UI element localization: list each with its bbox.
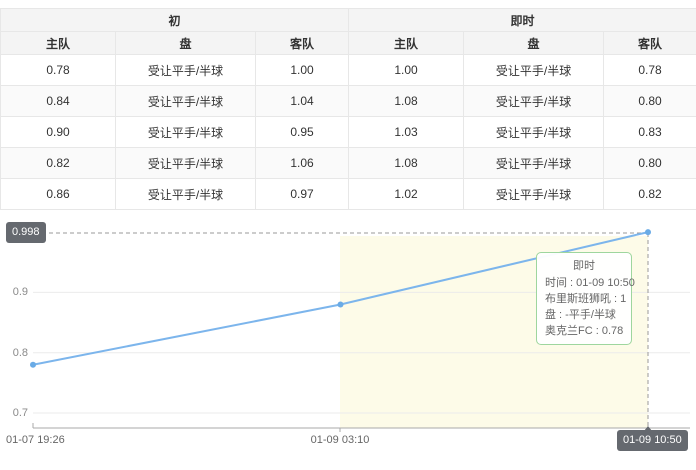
cell-home-live: 1.00 [349,55,464,86]
cell-away-live: 0.78 [604,55,696,86]
cell-handicap-initial: 受让平手/半球 [116,55,256,86]
cell-away-initial: 1.00 [256,55,349,86]
tooltip-title: 即时 [545,258,623,274]
odds-history-chart[interactable]: 0.7 0.8 0.9 0.998 01-07 19:26 01-09 03:1… [0,218,696,470]
cell-away-live: 0.80 [604,148,696,179]
cell-handicap-live: 受让平手/半球 [464,55,604,86]
cell-handicap-initial: 受让平手/半球 [116,117,256,148]
cell-away-initial: 1.06 [256,148,349,179]
cell-away-live: 0.82 [604,179,696,210]
table-row: 0.84 受让平手/半球 1.04 1.08 受让平手/半球 0.80 [1,86,696,117]
tooltip-time: 时间 : 01-09 10:50 [545,275,623,291]
table-row: 0.78 受让平手/半球 1.00 1.00 受让平手/半球 0.78 [1,55,696,86]
cell-home-live: 1.02 [349,179,464,210]
table-group-header-row: 初 即时 [1,9,696,32]
cell-home-live: 1.08 [349,148,464,179]
crosshair-x-value-badge: 01-09 10:50 [617,430,688,451]
crosshair-y-value-badge: 0.998 [6,222,46,243]
cell-home-initial: 0.82 [1,148,116,179]
x-tick-label-mid: 01-09 03:10 [290,433,390,447]
cell-home-initial: 0.86 [1,179,116,210]
cell-handicap-live: 受让平手/半球 [464,148,604,179]
col-header-home-live: 主队 [349,32,464,55]
cell-handicap-initial: 受让平手/半球 [116,148,256,179]
cell-away-initial: 0.97 [256,179,349,210]
y-tick-label: 0.9 [0,285,28,299]
tooltip-away-odds: 奥克兰FC : 0.78 [545,323,623,339]
col-header-away-live: 客队 [604,32,696,55]
x-tick-label-start: 01-07 19:26 [6,433,65,447]
cell-home-initial: 0.90 [1,117,116,148]
cell-handicap-live: 受让平手/半球 [464,117,604,148]
group-header-initial: 初 [1,9,349,32]
cell-home-live: 1.08 [349,86,464,117]
odds-table: 初 即时 主队 盘 客队 主队 盘 客队 0.78 受让平手/半球 1.00 1… [0,8,696,210]
cell-home-initial: 0.84 [1,86,116,117]
cell-handicap-live: 受让平手/半球 [464,86,604,117]
col-header-handicap-live: 盘 [464,32,604,55]
col-header-handicap-initial: 盘 [116,32,256,55]
table-row: 0.82 受让平手/半球 1.06 1.08 受让平手/半球 0.80 [1,148,696,179]
cell-handicap-live: 受让平手/半球 [464,179,604,210]
chart-tooltip: 即时 时间 : 01-09 10:50 布里斯班狮吼 : 1 盘 : -平手/半… [536,252,632,345]
table-row: 0.90 受让平手/半球 0.95 1.03 受让平手/半球 0.83 [1,117,696,148]
cell-handicap-initial: 受让平手/半球 [116,179,256,210]
tooltip-home-odds: 布里斯班狮吼 : 1 [545,291,623,307]
cell-away-initial: 0.95 [256,117,349,148]
y-tick-label: 0.8 [0,346,28,360]
odds-table-section: 初 即时 主队 盘 客队 主队 盘 客队 0.78 受让平手/半球 1.00 1… [0,0,696,210]
group-header-live: 即时 [349,9,696,32]
table-column-header-row: 主队 盘 客队 主队 盘 客队 [1,32,696,55]
table-row: 0.86 受让平手/半球 0.97 1.02 受让平手/半球 0.82 [1,179,696,210]
col-header-home-initial: 主队 [1,32,116,55]
cell-handicap-initial: 受让平手/半球 [116,86,256,117]
tooltip-handicap: 盘 : -平手/半球 [545,307,623,323]
col-header-away-initial: 客队 [256,32,349,55]
cell-home-live: 1.03 [349,117,464,148]
y-tick-label: 0.7 [0,406,28,420]
cell-away-live: 0.80 [604,86,696,117]
cell-away-live: 0.83 [604,117,696,148]
cell-home-initial: 0.78 [1,55,116,86]
cell-away-initial: 1.04 [256,86,349,117]
